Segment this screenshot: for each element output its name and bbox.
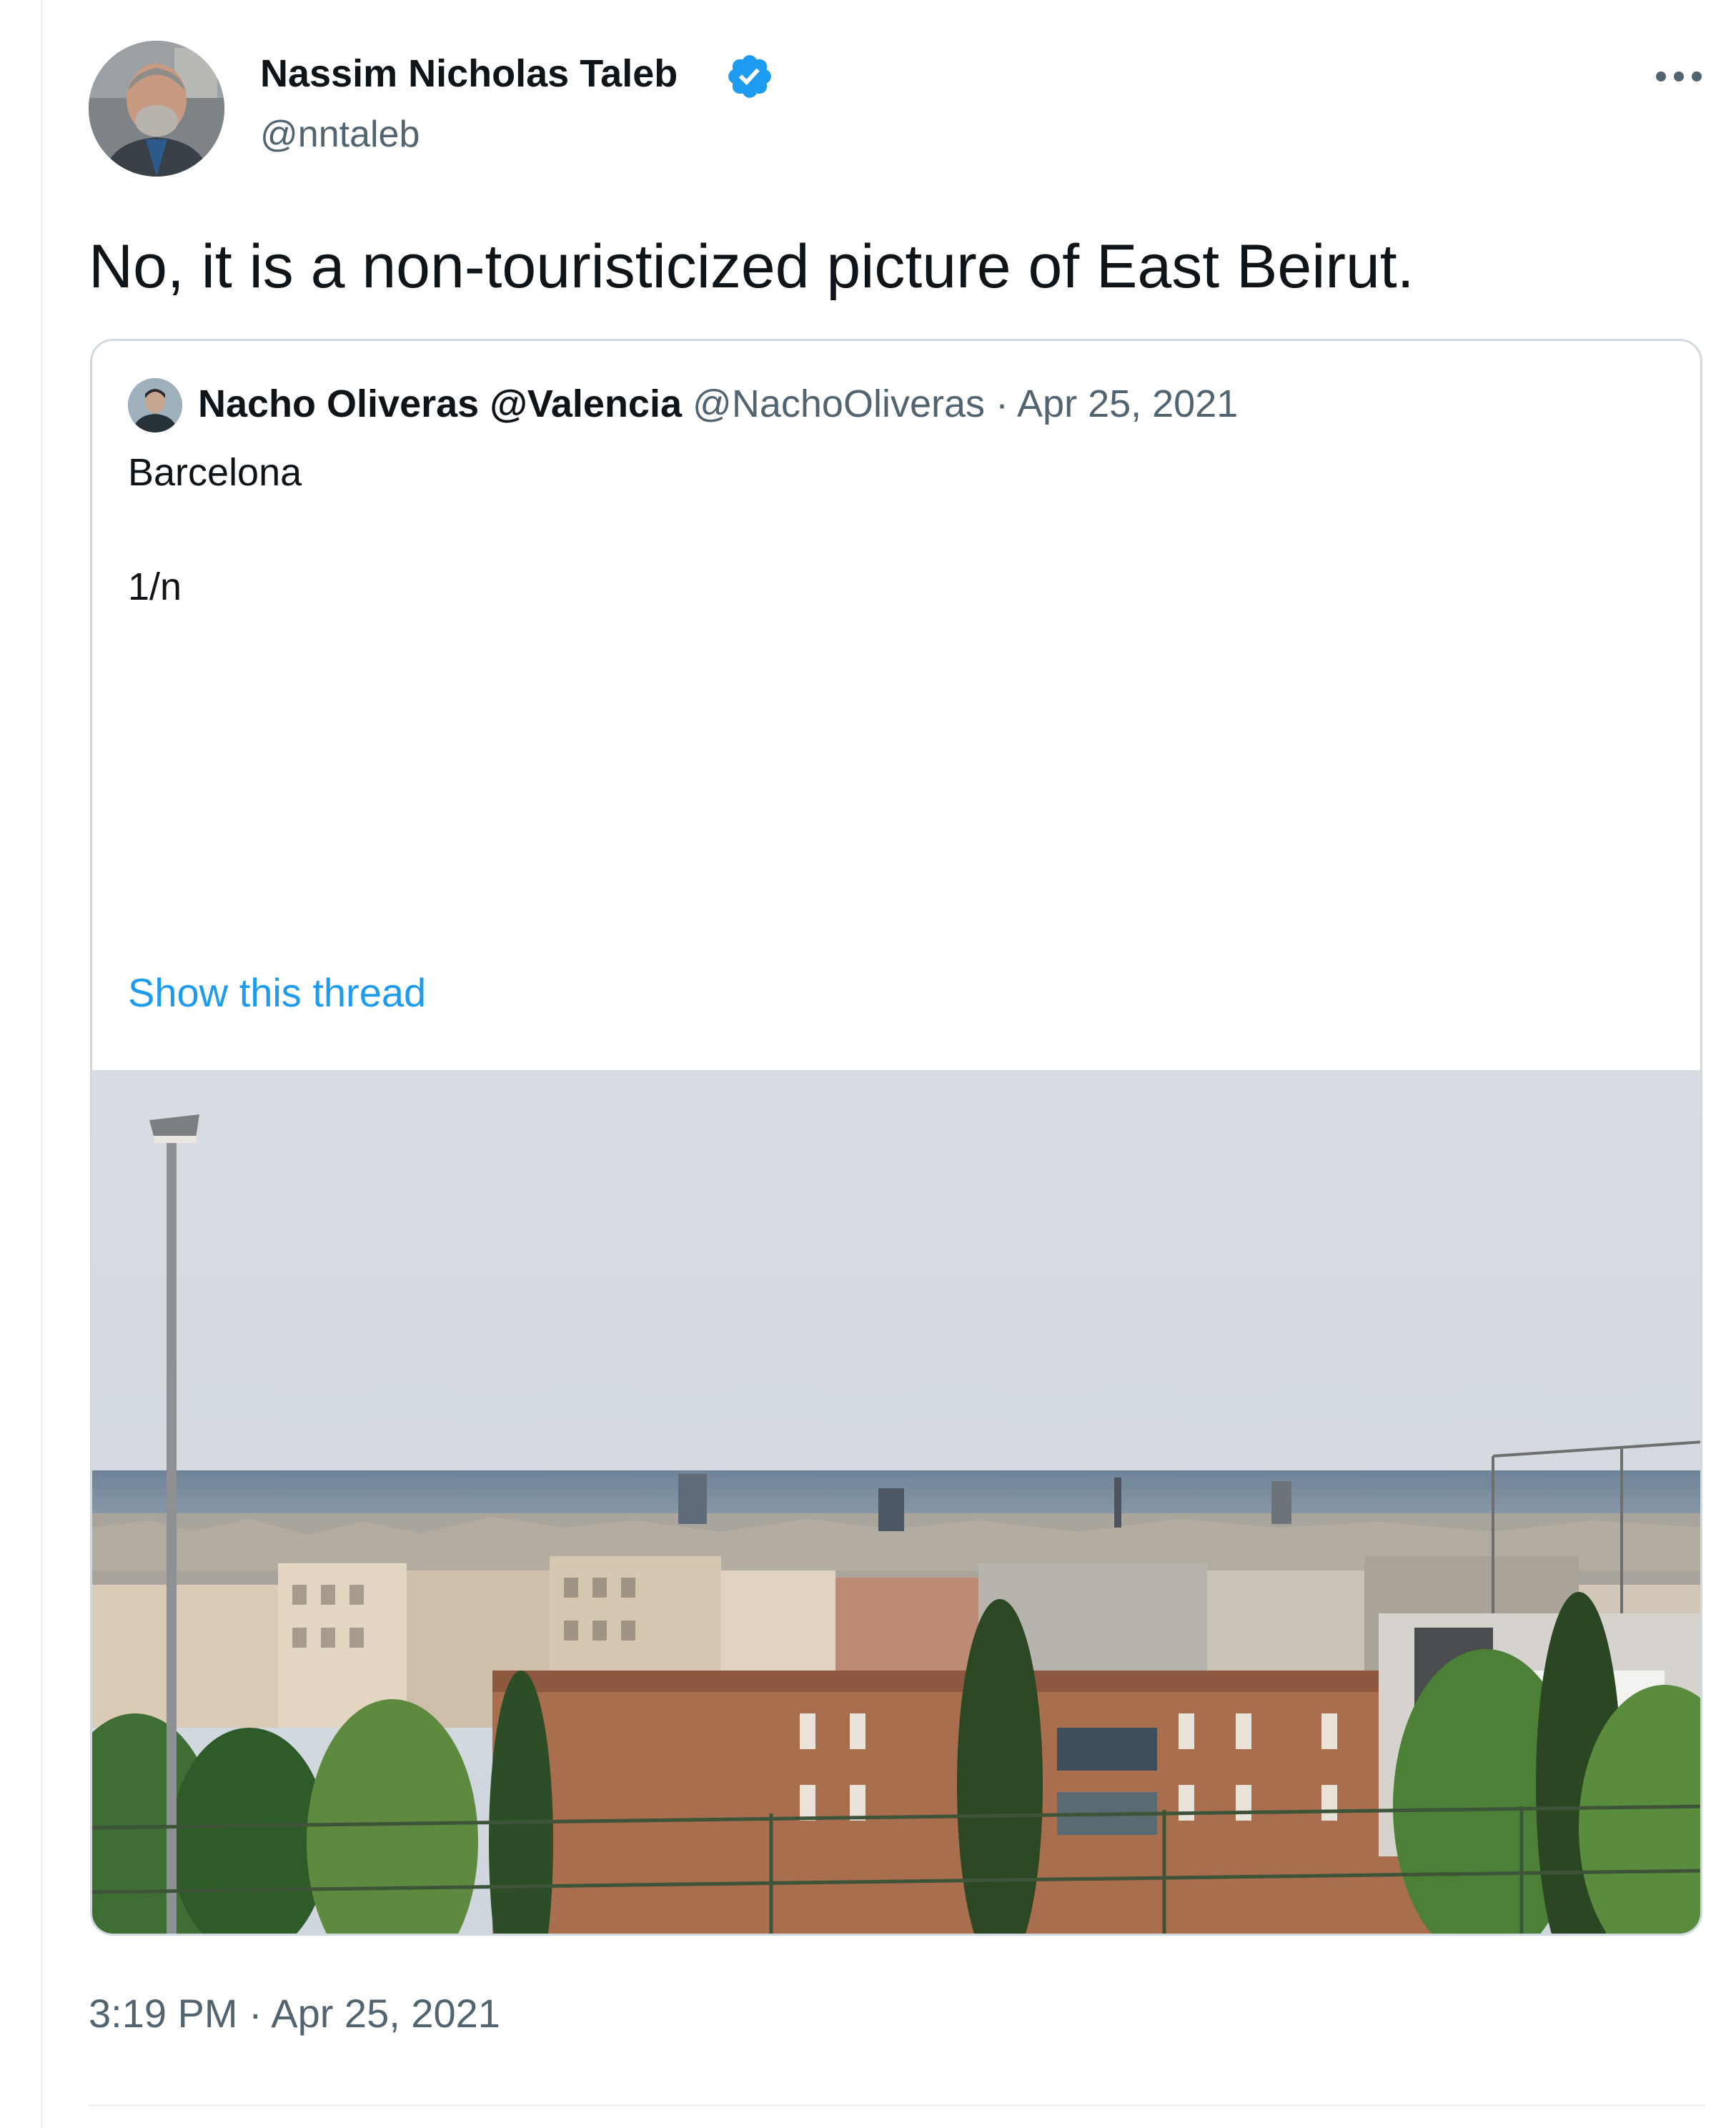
tweet-timestamp[interactable]: 3:19 PM · Apr 25, 2021 (89, 1990, 500, 2037)
quoted-tweet-card[interactable]: Nacho Oliveras @Valencia @NachoOliveras … (90, 339, 1702, 1936)
more-options-icon (1656, 71, 1702, 81)
quoted-author-handle: @NachoOliveras (693, 382, 985, 425)
quoted-tweet-text-line2: 1/n (128, 565, 182, 608)
tweet-text: No, it is a non-touristicized picture of… (89, 232, 1414, 301)
show-thread-link[interactable]: Show this thread (128, 970, 426, 1016)
quoted-author-name: Nacho Oliveras @Valencia (198, 382, 683, 425)
left-column-border (41, 0, 43, 2128)
more-options-button[interactable] (1647, 51, 1711, 102)
quoted-tweet-header: Nacho Oliveras @Valencia @NachoOliveras … (198, 381, 1238, 427)
quoted-tweet-date: Apr 25, 2021 (1017, 382, 1239, 425)
header-separator: · (996, 382, 1008, 425)
quoted-tweet-text-line1: Barcelona (128, 451, 302, 494)
author-avatar[interactable] (89, 41, 224, 177)
divider (89, 2104, 1705, 2107)
quoted-author-avatar (128, 378, 182, 432)
city-skyline-photo (92, 1070, 1700, 1934)
verified-badge-icon (725, 51, 775, 102)
quoted-tweet-photo[interactable] (92, 1070, 1700, 1934)
author-name[interactable]: Nassim Nicholas Taleb (260, 51, 678, 96)
tweet: Nassim Nicholas Taleb @nntaleb No, it is… (89, 0, 1705, 2128)
author-avatar-image (89, 41, 224, 177)
author-handle[interactable]: @nntaleb (260, 113, 420, 156)
